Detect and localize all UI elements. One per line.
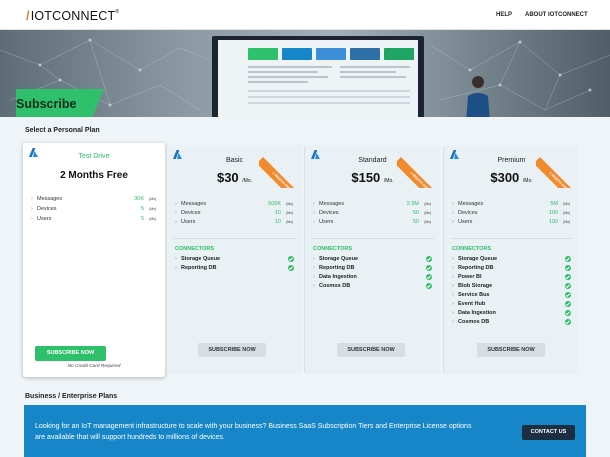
connectors-label: CONNECTORS — [452, 246, 492, 252]
plan-price-amount: $150 — [351, 170, 381, 185]
nav-help-link[interactable]: HELP — [496, 12, 512, 18]
check-icon — [288, 256, 294, 262]
plan-price-unit: /Mo. — [522, 178, 533, 184]
check-icon — [426, 274, 432, 280]
plan-price: $150 /Mo. — [305, 170, 440, 185]
feature-row-messages: › Messages 30K (Mo) — [31, 196, 156, 202]
check-icon — [565, 256, 571, 262]
feature-row-messages: › Messages 2.5M (Mo) — [313, 201, 431, 207]
plan-name: Standard — [358, 157, 387, 164]
feature-row-messages: › Messages 500K (Mo) — [175, 201, 293, 207]
connector-item: › Reporting DB — [452, 265, 571, 274]
plan-name: Test Drive — [78, 153, 110, 160]
plan-price-unit: /Mo. — [242, 178, 253, 184]
feature-row-users: › Users 10 (Mo) — [175, 219, 293, 225]
divider — [311, 238, 434, 239]
check-icon — [565, 265, 571, 271]
enterprise-description: Looking for an IoT management infrastruc… — [35, 423, 472, 441]
feature-row-users: › Users 50 (Mo) — [313, 219, 431, 225]
connectors-label: CONNECTORS — [313, 246, 353, 252]
connector-item: › Storage Queue — [175, 256, 294, 265]
feature-row-messages: › Messages 5M (Mo) — [452, 201, 570, 207]
check-icon — [288, 265, 294, 271]
no-credit-card-note: No Credit Card Required — [67, 364, 121, 369]
subscribe-button-basic[interactable]: SUBSCRIBE NOW — [198, 343, 266, 357]
feature-row-users: › Users 100 (Mo) — [452, 219, 570, 225]
connector-item: › Storage Queue — [452, 256, 571, 265]
plan-card-test-drive: Test Drive 2 Months Free › Messages 30K (Mo… — [23, 143, 165, 377]
subscribe-button-premium[interactable]: SUBSCRIBE NOW — [477, 343, 545, 357]
plan-price: 2 Months Free — [60, 170, 128, 181]
plan-price: $30 /Mo. — [167, 170, 302, 185]
connector-item: › Reporting DB — [175, 265, 294, 274]
connector-item: › Data Ingestion — [313, 274, 432, 283]
personal-plan-heading: Select a Personal Plan — [25, 127, 100, 134]
feature-row-devices: › Devices 50 (Mo) — [313, 210, 431, 216]
hero-banner: Subscribe — [0, 30, 610, 117]
feature-row-devices: › Devices 100 (Mo) — [452, 210, 570, 216]
divider — [173, 238, 296, 239]
feature-row-users: › Users 5 (Mo) — [31, 216, 156, 222]
presenter-image — [466, 76, 490, 117]
enterprise-banner: Looking for an IoT management infrastruc… — [24, 405, 586, 457]
plan-card-premium: 1 MONTH FREE Premium $300 /Mo. › Messages… — [443, 145, 580, 374]
connector-item: › Blob Storage — [452, 283, 571, 292]
dashboard-screen-image — [212, 36, 424, 117]
subscribe-button-test-drive[interactable]: SUBSCRIBE NOW — [35, 346, 106, 361]
plan-card-basic: 1 MONTH FREE Basic $30 /Mo. › Messages 500… — [166, 145, 303, 374]
plan-card-standard: 1 MONTH FREE Standard $150 /Mo. › Message… — [304, 145, 441, 374]
check-icon — [565, 292, 571, 298]
divider — [450, 238, 573, 239]
check-icon — [426, 283, 432, 289]
check-icon — [565, 310, 571, 316]
nav-about-link[interactable]: ABOUT IOTCONNECT — [525, 12, 588, 18]
feature-row-devices: › Devices 5 (Mo) — [31, 206, 156, 212]
connector-item: › Service Bus — [452, 292, 571, 301]
connector-item: › Cosmos DB — [452, 319, 571, 328]
plan-price: $300 /Mo. — [444, 170, 579, 185]
subscribe-banner: Subscribe — [16, 89, 104, 117]
iotconnect-logo[interactable]: /IOTCONNECT® — [26, 9, 119, 23]
plan-price-amount: $300 — [490, 170, 520, 185]
check-icon — [426, 265, 432, 271]
connector-item: › Event Hub — [452, 301, 571, 310]
check-icon — [426, 256, 432, 262]
feature-row-devices: › Devices 10 (Mo) — [175, 210, 293, 216]
plan-name: Basic — [225, 157, 244, 164]
connector-item: › Data Ingestion — [452, 310, 571, 319]
connector-item: › Power BI — [452, 274, 571, 283]
connector-item: › Reporting DB — [313, 265, 432, 274]
check-icon — [565, 319, 571, 325]
check-icon — [565, 274, 571, 280]
top-navbar: /IOTCONNECT® HELP ABOUT IOTCONNECT — [0, 0, 610, 30]
plan-price-amount: $30 — [216, 170, 239, 185]
connector-item: › Storage Queue — [313, 256, 432, 265]
plan-name: Premium — [497, 157, 526, 164]
check-icon — [565, 283, 571, 289]
check-icon — [565, 301, 571, 307]
connectors-label: CONNECTORS — [175, 246, 215, 252]
enterprise-plan-heading: Business / Enterprise Plans — [25, 393, 118, 400]
subscribe-button-standard[interactable]: SUBSCRIBE NOW — [337, 343, 405, 357]
connector-item: › Cosmos DB — [313, 283, 432, 292]
plan-price-unit: /Mo. — [383, 178, 394, 184]
contact-us-button[interactable]: CONTACT US — [522, 425, 575, 440]
